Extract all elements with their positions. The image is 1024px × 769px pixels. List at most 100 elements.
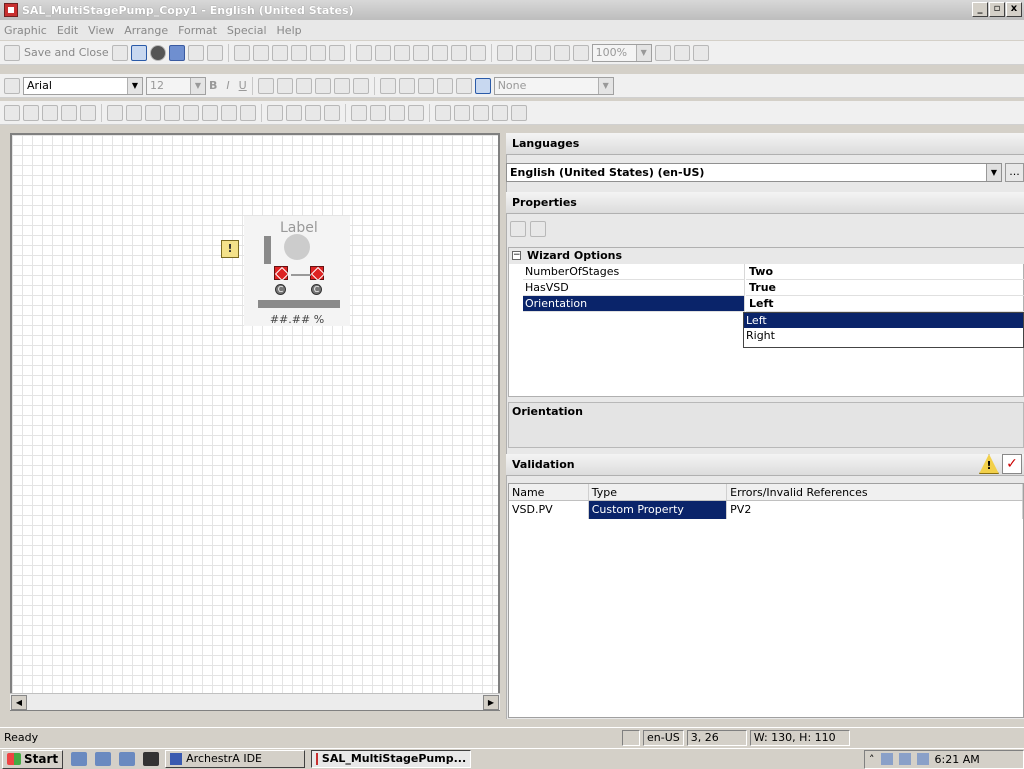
edit-mode-icon[interactable] (130, 44, 147, 61)
copy-icon[interactable] (252, 44, 269, 61)
format-painter-icon[interactable] (290, 44, 307, 61)
menu-format[interactable]: Format (178, 24, 217, 37)
send-backward-icon[interactable] (408, 104, 424, 121)
embed-icon[interactable] (309, 44, 326, 61)
font-size-combo[interactable]: 12 ▼ (146, 76, 206, 95)
check-icon[interactable]: ✓ (1002, 454, 1022, 474)
scroll-right-icon[interactable]: ▶ (483, 695, 499, 710)
link-icon[interactable] (355, 44, 372, 61)
horizontal-scrollbar[interactable]: ◀ ▶ (10, 693, 500, 710)
distribute-h-icon[interactable] (267, 104, 283, 121)
menu-special[interactable]: Special (227, 24, 267, 37)
group-icon[interactable] (4, 104, 20, 121)
zoom-out-icon[interactable] (515, 44, 532, 61)
quicklaunch-ie-icon[interactable] (95, 752, 112, 766)
property-value[interactable]: Two (746, 264, 1024, 280)
task-graphic-editor[interactable]: SAL_MultiStagePump... (311, 750, 472, 768)
hand-icon[interactable] (673, 44, 690, 61)
import-icon[interactable] (328, 44, 345, 61)
elements-list-icon[interactable] (469, 44, 486, 61)
align-bottom-icon[interactable] (202, 104, 218, 121)
tray-device-icon[interactable] (898, 753, 911, 765)
line-color-icon[interactable] (314, 77, 331, 94)
start-button[interactable]: Start (2, 749, 64, 769)
align-right-icon[interactable] (145, 104, 161, 121)
align-left-icon[interactable] (107, 104, 123, 121)
zoom-fit-icon[interactable] (553, 44, 570, 61)
language-browse-button[interactable]: ... (1005, 163, 1024, 182)
union-icon[interactable] (80, 104, 96, 121)
align-middle-icon[interactable] (183, 104, 199, 121)
shadow-icon[interactable] (436, 77, 453, 94)
tray-alert-icon[interactable] (916, 753, 929, 765)
orientation-dropdown-list[interactable]: Left Right (743, 312, 1024, 348)
menu-view[interactable]: View (88, 24, 114, 37)
align-top-icon[interactable] (164, 104, 180, 121)
break-path-icon[interactable] (61, 104, 77, 121)
minimize-button[interactable]: _ (972, 2, 988, 17)
align-icon[interactable] (295, 77, 312, 94)
save-icon[interactable] (111, 44, 128, 61)
tray-expand-icon[interactable]: ˄ (869, 753, 875, 766)
undo-icon[interactable] (187, 44, 204, 61)
scripts-icon[interactable] (393, 44, 410, 61)
substitute-icon[interactable] (412, 44, 429, 61)
zoom-in-icon[interactable] (496, 44, 513, 61)
line-weight-icon[interactable] (379, 77, 396, 94)
maximize-button[interactable]: ▫ (989, 2, 1005, 17)
flip-v-icon[interactable] (454, 104, 470, 121)
record-icon[interactable] (149, 44, 166, 61)
dropdown-option[interactable]: Right (744, 328, 1023, 343)
column-header[interactable]: Type (589, 484, 728, 500)
category-row[interactable]: − Wizard Options (509, 248, 1024, 264)
tray-network-icon[interactable] (880, 753, 893, 765)
alphabetical-sort-icon[interactable] (530, 221, 546, 237)
quicklaunch-app-icon[interactable] (71, 752, 88, 766)
increase-font-icon[interactable] (257, 77, 274, 94)
underline-button[interactable]: U (239, 79, 247, 92)
categorized-icon[interactable] (510, 221, 526, 237)
path-icon[interactable] (42, 104, 58, 121)
rotate-cw-icon[interactable] (473, 104, 489, 121)
bold-button[interactable]: B (209, 79, 217, 92)
zoom-selection-icon[interactable] (534, 44, 551, 61)
property-row[interactable]: NumberOfStages Two (509, 264, 1024, 280)
grid-icon[interactable] (692, 44, 709, 61)
column-header[interactable]: Errors/Invalid References (727, 484, 1024, 500)
close-button[interactable]: x (1006, 2, 1022, 17)
bring-forward-icon[interactable] (389, 104, 405, 121)
align-points-icon[interactable] (240, 104, 256, 121)
property-value[interactable]: True (746, 280, 1024, 296)
anchor-icon[interactable] (374, 44, 391, 61)
property-row[interactable]: HasVSD True (509, 280, 1024, 296)
italic-button[interactable]: I (226, 79, 229, 92)
transparency-icon[interactable] (455, 77, 472, 94)
align-center-icon[interactable] (126, 104, 142, 121)
line-pattern-icon[interactable] (398, 77, 415, 94)
send-back-icon[interactable] (370, 104, 386, 121)
menu-help[interactable]: Help (277, 24, 302, 37)
properties-icon[interactable] (431, 44, 448, 61)
pan-icon[interactable] (654, 44, 671, 61)
help-icon[interactable] (168, 44, 185, 61)
ungroup-icon[interactable] (23, 104, 39, 121)
task-archestra-ide[interactable]: ArchestrA IDE (165, 750, 306, 768)
menu-graphic[interactable]: Graphic (4, 24, 47, 37)
menu-arrange[interactable]: Arrange (124, 24, 168, 37)
scroll-left-icon[interactable]: ◀ (11, 695, 27, 710)
distribute-v-icon[interactable] (286, 104, 302, 121)
style-icon[interactable] (474, 77, 491, 94)
custom-property-icon[interactable] (450, 44, 467, 61)
space-h-icon[interactable] (305, 104, 321, 121)
space-v-icon[interactable] (324, 104, 340, 121)
zoom-normal-icon[interactable] (572, 44, 589, 61)
property-value[interactable]: Left (746, 296, 1024, 312)
edit-icon[interactable] (511, 104, 527, 121)
warning-icon[interactable]: ! (979, 454, 999, 474)
pump-symbol[interactable]: Label C C ##.## % (244, 216, 350, 326)
cut-icon[interactable] (233, 44, 250, 61)
decrease-font-icon[interactable] (276, 77, 293, 94)
rotate-ccw-icon[interactable] (492, 104, 508, 121)
menu-edit[interactable]: Edit (57, 24, 78, 37)
collapse-icon[interactable]: − (512, 251, 521, 260)
